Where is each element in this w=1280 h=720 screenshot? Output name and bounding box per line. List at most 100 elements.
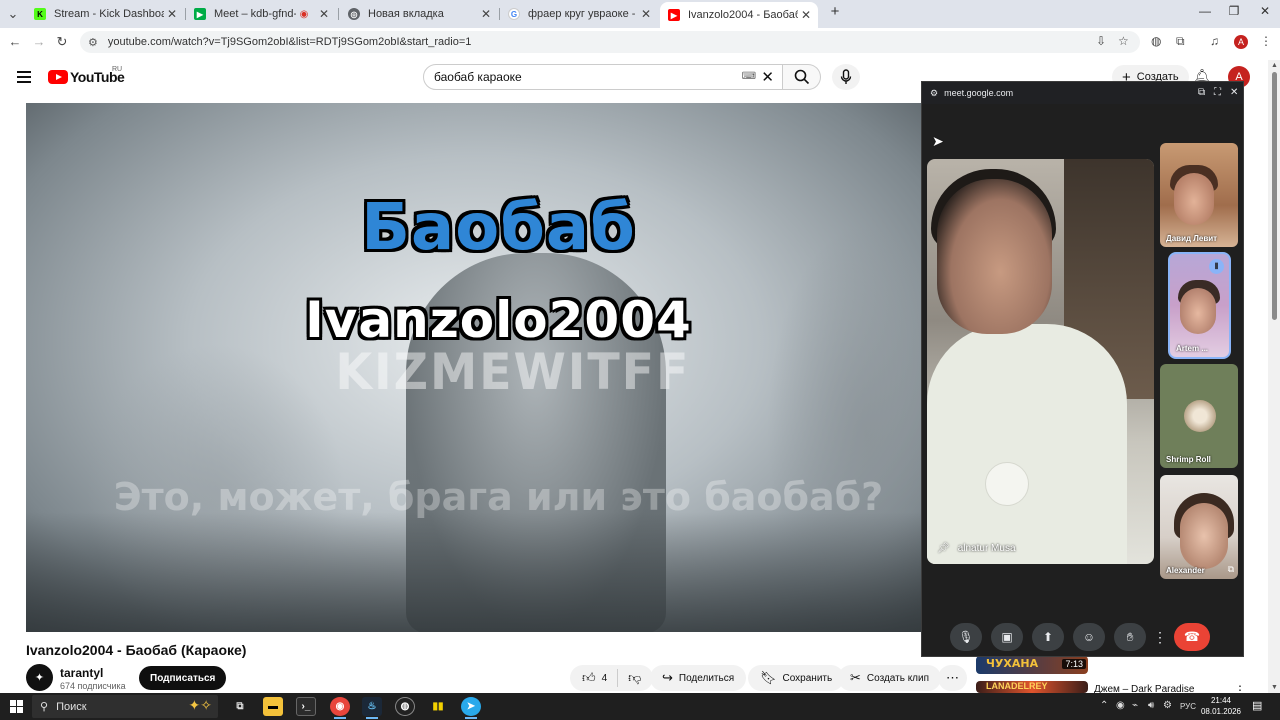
camera-toggle-icon[interactable]: ▣ <box>991 623 1023 651</box>
up-next-thumbnail[interactable]: LANADELREY <box>976 681 1088 693</box>
browser-toolbar: ← → ↻ ⚙ youtube.com/watch?v=Tj9SGom2obI&… <box>0 28 1280 56</box>
terminal-icon[interactable]: ›_ <box>296 697 316 716</box>
restore-icon[interactable]: ❐ <box>1219 4 1249 18</box>
close-tab-icon[interactable]: ✕ <box>316 7 332 21</box>
scroll-down-arrow-icon[interactable]: ▼ <box>1271 684 1278 691</box>
keyboard-icon[interactable]: ⌨ <box>742 71 756 82</box>
more-actions-button[interactable]: ⋯ <box>938 665 967 691</box>
end-call-icon[interactable]: ☎ <box>1174 623 1210 651</box>
new-tab-button[interactable]: + <box>820 3 850 20</box>
chrome-taskbar-icon[interactable]: ◉ <box>330 697 350 719</box>
more-icon: ⋯ <box>946 670 959 685</box>
tab-google-search[interactable]: G фраер круг увраоке - Поиск в ✕ <box>500 4 658 24</box>
subscriber-count: 674 подписчика <box>60 681 126 691</box>
windows-start-icon[interactable] <box>10 700 23 713</box>
like-icon[interactable]: 👍︎ <box>582 670 596 686</box>
scroll-up-arrow-icon[interactable]: ▲ <box>1271 62 1278 69</box>
back-to-tab-icon[interactable]: ⧉ <box>1198 87 1205 98</box>
share-button[interactable]: ↪ Поделиться <box>650 665 747 691</box>
close-window-icon[interactable]: ✕ <box>1250 4 1280 18</box>
expand-icon[interactable]: ⛶ <box>1214 87 1221 98</box>
participant-tile-speaking[interactable]: ⦀ Artem ... <box>1168 252 1231 359</box>
tray-overflow-icon[interactable]: ⌃ <box>1100 700 1108 711</box>
channel-name[interactable]: tarantyl <box>60 666 103 680</box>
network-icon[interactable]: ⌁ <box>1132 700 1138 711</box>
translate-icon[interactable]: ◍ <box>1151 34 1161 48</box>
search-button[interactable] <box>783 64 821 90</box>
tab-new[interactable]: ◎ Новая вкладка ✕ <box>340 4 498 24</box>
search-input[interactable]: баобаб караоке ⌨ ✕ <box>423 64 783 90</box>
close-pip-icon[interactable]: ✕ <box>1230 87 1238 98</box>
browser-profile-avatar[interactable]: A <box>1234 35 1248 49</box>
clip-button[interactable]: ✂ Создать клип <box>838 665 942 691</box>
menu-icon[interactable] <box>17 71 31 83</box>
tab-title: Новая вкладка <box>368 8 444 20</box>
tab-search-icon[interactable]: ⌄ <box>4 6 22 22</box>
like-count: 4 <box>601 672 608 684</box>
telegram-icon[interactable]: ➤ <box>461 697 481 719</box>
bookmark-star-icon[interactable]: ☆ <box>1118 34 1129 48</box>
system-clock[interactable]: 21:44 08.01.2026 <box>1200 695 1242 717</box>
more-options-icon[interactable]: ⋮ <box>1153 623 1167 651</box>
taskbar-search-label: Поиск <box>56 700 87 713</box>
save-button[interactable]: 🔖︎ Сохранить <box>748 665 845 691</box>
youtube-logo[interactable]: YouTube RU <box>48 66 125 85</box>
forward-icon[interactable]: → <box>30 34 48 49</box>
pip-title-bar[interactable]: ⚙ meet.google.com ⧉ ⛶ ✕ <box>922 82 1243 104</box>
clear-search-icon[interactable]: ✕ <box>761 68 774 86</box>
subscribe-button[interactable]: Подписаться <box>139 666 227 690</box>
tray-app-icon[interactable]: ⚙ <box>1163 700 1172 711</box>
up-next-thumbnail[interactable]: ЧУХАНА 7:13 <box>976 656 1088 674</box>
video-duration: 7:13 <box>1062 659 1086 669</box>
notification-center-icon[interactable]: ▤ <box>1252 699 1262 712</box>
browser-menu-icon[interactable]: ⋮ <box>1260 34 1272 48</box>
input-language[interactable]: РУС <box>1180 702 1196 711</box>
scissors-icon: ✂ <box>850 670 861 685</box>
install-app-icon[interactable]: ⇩ <box>1096 34 1106 48</box>
steam-icon[interactable]: ♨ <box>362 697 382 719</box>
participant-tile[interactable]: Давид Левит <box>1160 143 1238 247</box>
extensions-icon[interactable]: ⧉ <box>1176 34 1185 49</box>
pin-icon[interactable]: 📌︎ <box>937 543 950 554</box>
scrollbar-thumb[interactable] <box>1272 72 1277 320</box>
tab-meet[interactable]: ▶ Meet – kdb-gfnd-zpv ◉ ✕ <box>186 4 336 24</box>
task-view-icon[interactable]: ⧉ <box>230 697 250 716</box>
close-tab-icon[interactable]: ✕ <box>798 8 814 22</box>
obs-icon[interactable]: ◍ <box>395 697 415 716</box>
bookmark-icon: 🔖︎ <box>760 670 777 685</box>
site-settings-icon[interactable]: ⚙ <box>88 36 98 49</box>
microphone-icon <box>840 69 852 84</box>
present-screen-icon[interactable]: ⬆ <box>1032 623 1064 651</box>
app-icon[interactable]: ▮▮ <box>428 697 448 716</box>
close-tab-icon[interactable]: ✕ <box>478 7 494 21</box>
microphone-toggle-icon[interactable]: 🎙︎ <box>950 623 982 651</box>
file-explorer-icon[interactable]: ▬ <box>263 697 283 716</box>
thumbnail-caption: LANADELREY <box>986 681 1048 691</box>
karaoke-lyric-line: Это, может, брага или это баобаб? <box>113 475 884 519</box>
meet-control-bar: 🎙︎ ▣ ⬆ ☺ ✋︎ ⋮ ☎ <box>950 622 1220 652</box>
tab-kick[interactable]: K Stream - Kick Dashboard ✕ <box>26 4 184 24</box>
close-tab-icon[interactable]: ✕ <box>638 7 654 21</box>
voice-search-button[interactable] <box>832 64 860 90</box>
reload-icon[interactable]: ↻ <box>53 34 71 50</box>
emoji-reaction-icon[interactable]: ☺ <box>1073 623 1105 651</box>
dislike-icon[interactable]: 👎︎ <box>628 670 641 686</box>
back-icon[interactable]: ← <box>6 34 24 49</box>
main-participant-tile[interactable]: 📌︎ alnatur Musa <box>927 159 1154 564</box>
address-bar[interactable]: ⚙ youtube.com/watch?v=Tj9SGom2obI&list=R… <box>80 31 1140 53</box>
minimize-icon[interactable]: — <box>1190 4 1220 18</box>
channel-avatar[interactable]: ✦ <box>26 664 53 691</box>
participant-tile[interactable]: Shrimp Roll <box>1160 364 1238 468</box>
close-tab-icon[interactable]: ✕ <box>164 7 180 21</box>
media-control-icon[interactable]: ♫ <box>1210 34 1219 48</box>
region-code: RU <box>112 66 123 73</box>
participant-tile[interactable]: Alexander ⧉ <box>1160 475 1238 579</box>
taskbar-search[interactable]: ⚲ Поиск ✦✧ <box>32 695 218 718</box>
raise-hand-icon[interactable]: ✋︎ <box>1114 623 1146 651</box>
site-info-icon[interactable]: ⚙ <box>930 88 938 99</box>
tab-youtube[interactable]: ▶ Ivanzolo2004 - Баобаб (Карао ✕ <box>660 2 818 28</box>
volume-icon[interactable]: 🔊︎ <box>1148 700 1154 711</box>
speaking-indicator-icon: ⦀ <box>1209 259 1224 274</box>
tray-app-icon[interactable]: ◉ <box>1116 700 1125 711</box>
video-player[interactable]: KIZMEWITFF Баобаб Ivanzolo2004 Это, може… <box>26 103 926 632</box>
